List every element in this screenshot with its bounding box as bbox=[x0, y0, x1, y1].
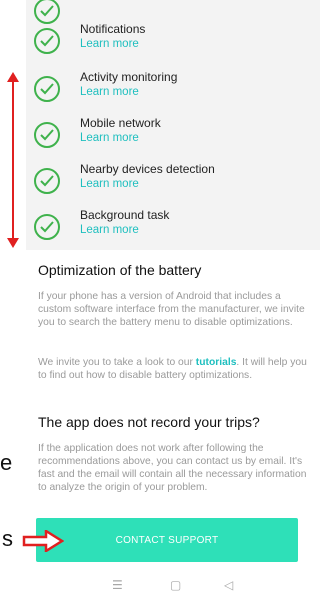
list-item: Background task Learn more bbox=[34, 208, 314, 248]
learn-more-link[interactable]: Learn more bbox=[80, 131, 161, 145]
item-title: Notifications bbox=[80, 22, 146, 36]
check-circle-icon bbox=[34, 168, 60, 194]
partial-text-s: s bbox=[2, 526, 13, 551]
item-title: Activity monitoring bbox=[80, 70, 178, 84]
list-item: Nearby devices detection Learn more bbox=[34, 162, 314, 202]
phone-screen: Notifications Learn more Activity monito… bbox=[26, 0, 320, 598]
battery-paragraph: If your phone has a version of Android t… bbox=[38, 291, 305, 328]
menu-nav-icon[interactable]: ☰ bbox=[112, 578, 123, 592]
home-nav-icon[interactable]: ▢ bbox=[170, 578, 181, 592]
back-nav-icon[interactable]: ◁ bbox=[224, 578, 233, 592]
red-right-arrow bbox=[22, 530, 64, 552]
item-title: Background task bbox=[80, 208, 170, 222]
item-title: Mobile network bbox=[80, 116, 161, 130]
learn-more-link[interactable]: Learn more bbox=[80, 223, 169, 237]
permission-checklist: Notifications Learn more Activity monito… bbox=[26, 0, 320, 250]
contact-support-button[interactable]: CONTACT SUPPORT bbox=[36, 518, 298, 562]
trips-section-title: The app does not record your trips? bbox=[38, 414, 260, 430]
tutorials-paragraph: We invite you to take a look to our tuto… bbox=[38, 356, 313, 382]
learn-more-link[interactable]: Learn more bbox=[80, 177, 215, 191]
tutorials-text-before: We invite you to take a look to our bbox=[38, 357, 196, 368]
check-circle-icon bbox=[34, 28, 60, 54]
learn-more-link[interactable]: Learn more bbox=[80, 85, 177, 99]
red-vertical-arrow bbox=[7, 72, 19, 248]
check-circle-icon bbox=[34, 214, 60, 240]
partial-text-e: e bbox=[0, 450, 13, 475]
list-item: Notifications Learn more bbox=[34, 22, 314, 62]
tutorials-link[interactable]: tutorials bbox=[196, 357, 237, 368]
list-item: Mobile network Learn more bbox=[34, 116, 314, 156]
trips-paragraph: If the application does not work after f… bbox=[38, 443, 307, 493]
list-item: Activity monitoring Learn more bbox=[34, 70, 314, 110]
learn-more-link[interactable]: Learn more bbox=[80, 37, 145, 51]
check-circle-icon bbox=[34, 0, 60, 24]
check-circle-icon bbox=[34, 76, 60, 102]
android-nav-bar: ☰ ▢ ◁ bbox=[26, 572, 320, 598]
check-circle-icon bbox=[34, 122, 60, 148]
item-title: Nearby devices detection bbox=[80, 162, 215, 176]
battery-section-title: Optimization of the battery bbox=[38, 262, 202, 278]
